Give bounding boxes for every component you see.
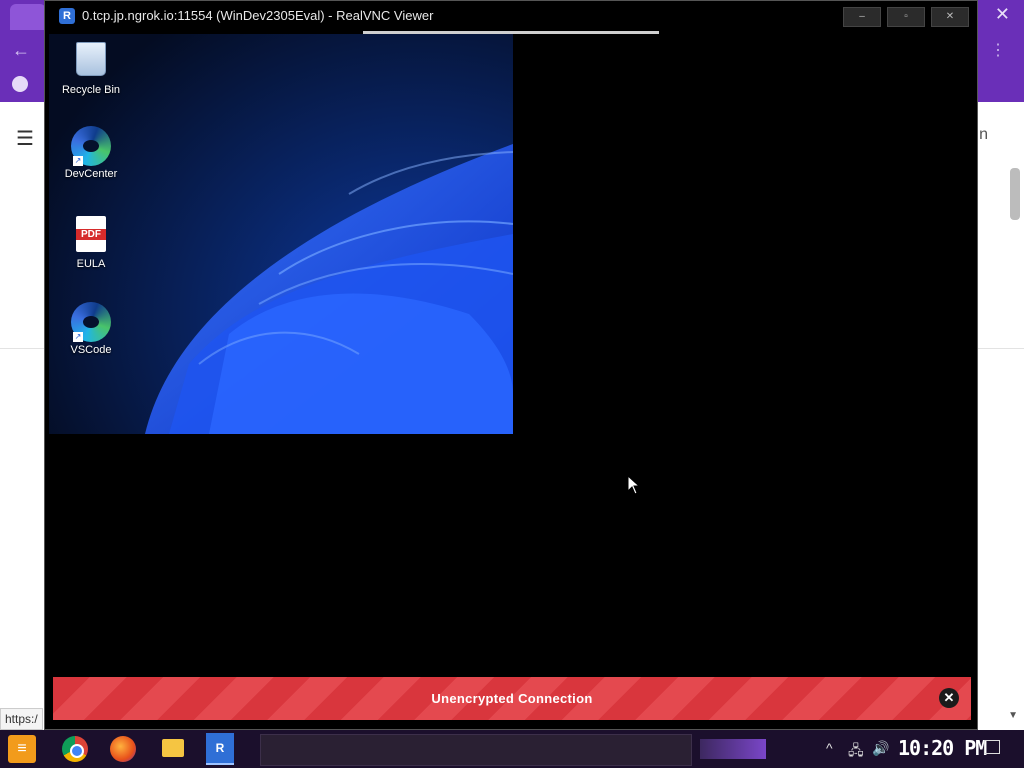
desktop-icon-label: VSCode bbox=[70, 344, 112, 356]
clock[interactable]: 10:20 PM bbox=[898, 736, 987, 760]
remote-desktop[interactable]: Recycle Bin ↗ DevCenter PDF EULA ↗ VSCod… bbox=[49, 34, 513, 434]
banner-close-button[interactable]: ✕ bbox=[939, 688, 959, 708]
firefox-icon[interactable] bbox=[110, 736, 136, 762]
start-button[interactable]: ≡ bbox=[8, 735, 36, 763]
notification-icon[interactable] bbox=[984, 740, 1000, 754]
realvnc-icon: R bbox=[59, 8, 75, 24]
page-text-fragment: n bbox=[979, 126, 988, 143]
desktop-icon-vscode[interactable]: ↗ VSCode bbox=[55, 302, 127, 356]
hamburger-menu-icon[interactable]: ☰ bbox=[16, 126, 34, 151]
pdf-icon: PDF bbox=[76, 216, 106, 252]
status-url: https:/ bbox=[0, 708, 43, 730]
banner-text: Unencrypted Connection bbox=[431, 691, 593, 706]
maximize-button[interactable]: ▫ bbox=[887, 7, 925, 27]
desktop-icon-eula[interactable]: PDF EULA bbox=[55, 214, 127, 270]
shortcut-arrow-icon: ↗ bbox=[73, 332, 83, 342]
taskbar-window-preview[interactable] bbox=[260, 734, 692, 766]
desktop-icon-label: EULA bbox=[76, 258, 106, 270]
scroll-down-icon[interactable]: ▼ bbox=[1008, 710, 1018, 721]
volume-icon[interactable]: 🔊 bbox=[872, 740, 889, 757]
menu-dots-icon[interactable]: ⋮ bbox=[990, 40, 1006, 60]
desktop-icon-devcenter[interactable]: ↗ DevCenter bbox=[55, 126, 127, 180]
minimize-button[interactable]: – bbox=[843, 7, 881, 27]
chrome-icon[interactable] bbox=[62, 736, 88, 762]
globe-icon bbox=[12, 76, 28, 92]
vnc-viewer-window: R 0.tcp.jp.ngrok.io:11554 (WinDev2305Eva… bbox=[44, 0, 978, 730]
realvnc-icon[interactable]: R bbox=[206, 733, 234, 765]
file-explorer-icon[interactable] bbox=[162, 739, 184, 757]
back-arrow-icon[interactable]: ← bbox=[12, 40, 30, 61]
desktop-icon-label: DevCenter bbox=[64, 168, 118, 180]
desktop-icon-label: Recycle Bin bbox=[61, 84, 121, 96]
shortcut-arrow-icon: ↗ bbox=[73, 156, 83, 166]
unencrypted-connection-banner: Unencrypted Connection ✕ bbox=[53, 677, 971, 720]
taskbar: ≡ R ^ 🖧 🔊 10:20 PM bbox=[0, 730, 1024, 768]
close-button[interactable]: ✕ bbox=[931, 7, 969, 27]
recycle-bin-icon bbox=[76, 42, 106, 76]
tray-overflow-icon[interactable]: ^ bbox=[826, 740, 833, 756]
mouse-cursor-icon bbox=[627, 475, 641, 495]
window-title: 0.tcp.jp.ngrok.io:11554 (WinDev2305Eval)… bbox=[82, 8, 434, 23]
browser-tab[interactable] bbox=[10, 4, 46, 30]
vnc-titlebar[interactable]: R 0.tcp.jp.ngrok.io:11554 (WinDev2305Eva… bbox=[45, 1, 977, 31]
browser-close-icon[interactable]: ✕ bbox=[995, 4, 1010, 25]
scrollbar-thumb[interactable] bbox=[1010, 168, 1020, 220]
desktop-icon-recycle-bin[interactable]: Recycle Bin bbox=[55, 38, 127, 96]
network-icon[interactable]: 🖧 bbox=[848, 740, 864, 764]
taskbar-decoration bbox=[700, 739, 766, 759]
